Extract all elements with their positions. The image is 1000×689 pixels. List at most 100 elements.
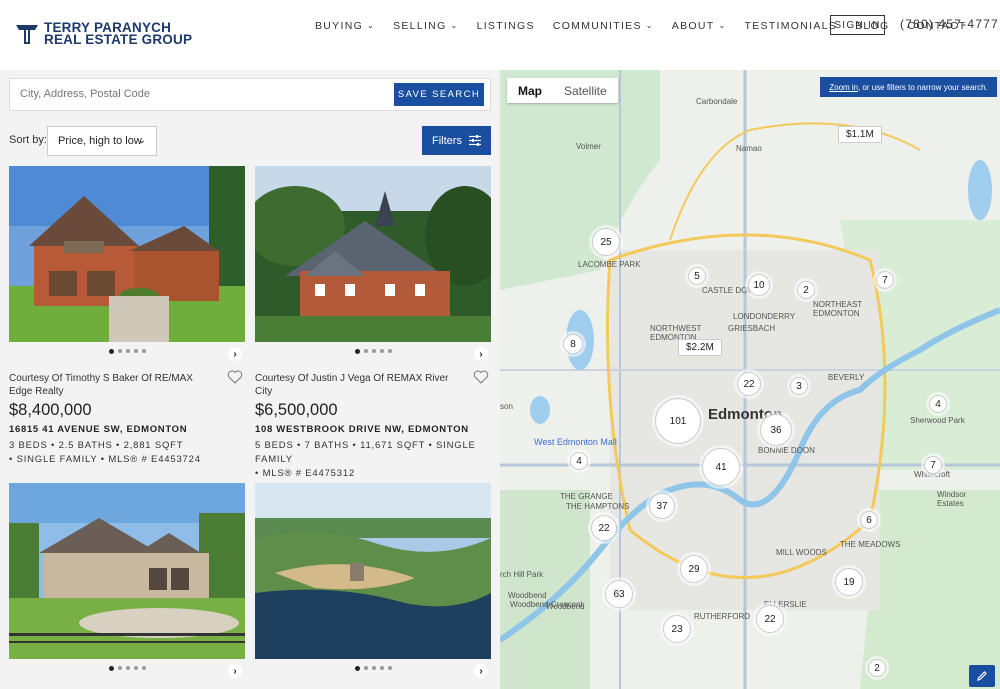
price-pin[interactable]: $1.1M bbox=[838, 126, 882, 143]
chevron-down-icon: ⌄ bbox=[450, 20, 459, 30]
listing-photo[interactable] bbox=[255, 483, 491, 659]
next-photo-button[interactable]: › bbox=[474, 664, 488, 678]
listing-card[interactable]: › bbox=[9, 483, 245, 678]
phone-link[interactable]: (780) 457-4777 bbox=[900, 17, 999, 31]
nav-testimonials[interactable]: TESTIMONIALS bbox=[744, 20, 837, 32]
carousel-dot[interactable] bbox=[363, 666, 368, 670]
nav-about-label: ABOUT bbox=[671, 20, 715, 32]
filters-label: Filters bbox=[432, 134, 462, 147]
nav-buying[interactable]: BUYING ⌄ bbox=[315, 20, 375, 32]
nav-about[interactable]: ABOUT ⌄ bbox=[672, 20, 727, 32]
map-cluster[interactable]: 7 bbox=[924, 456, 942, 474]
sliders-icon bbox=[469, 135, 481, 146]
listing-card[interactable]: › Courtesy Of Justin J Vega Of REMAX Riv… bbox=[255, 166, 491, 481]
zoom-in-link[interactable]: Zoom in, bbox=[829, 83, 860, 92]
carousel-dot[interactable] bbox=[379, 349, 384, 353]
carousel-dot[interactable] bbox=[108, 349, 114, 354]
save-search-button[interactable]: SAVE SEARCH bbox=[394, 83, 484, 106]
carousel-dot[interactable] bbox=[363, 349, 368, 353]
carousel-dot[interactable] bbox=[371, 349, 376, 353]
carousel-dot[interactable] bbox=[387, 349, 392, 353]
map-cluster[interactable]: 29 bbox=[680, 555, 708, 583]
map-cluster[interactable]: 4 bbox=[570, 452, 588, 470]
map-cluster[interactable]: 7 bbox=[876, 271, 894, 289]
map-cluster[interactable]: 25 bbox=[592, 228, 620, 256]
next-photo-button[interactable]: › bbox=[474, 347, 488, 361]
listings-map[interactable]: Carbondale Volmer Namao LACOMBE PARK CAS… bbox=[500, 70, 1000, 689]
map-label: THE HAMPTONS bbox=[566, 502, 630, 511]
carousel-dot[interactable] bbox=[125, 349, 130, 353]
map-label: son bbox=[500, 402, 513, 411]
price-pin[interactable]: $2.2M bbox=[678, 339, 722, 356]
listing-facts: 3 BEDS • 2.5 BATHS • 2,881 SQFT • SINGLE… bbox=[9, 439, 245, 467]
map-cluster[interactable]: 37 bbox=[649, 493, 675, 519]
listing-photo[interactable] bbox=[9, 483, 245, 659]
map-cluster[interactable]: 22 bbox=[591, 515, 617, 541]
next-photo-button[interactable]: › bbox=[228, 664, 242, 678]
map-label: THE MEADOWS bbox=[840, 540, 901, 549]
tab-satellite[interactable]: Satellite bbox=[553, 78, 618, 103]
map-cluster[interactable]: 4 bbox=[929, 395, 947, 413]
map-cluster[interactable]: 22 bbox=[756, 605, 784, 633]
listing-address[interactable]: 16815 41 AVENUE SW, EDMONTON bbox=[9, 424, 245, 435]
map-label: rch Hill Park bbox=[500, 570, 544, 579]
map-cluster[interactable]: 2 bbox=[797, 281, 815, 299]
map-cluster[interactable]: 36 bbox=[760, 414, 792, 446]
carousel-dot[interactable] bbox=[379, 666, 384, 670]
carousel-dot[interactable] bbox=[141, 666, 146, 670]
map-cluster[interactable]: 101 bbox=[655, 398, 701, 444]
listing-facts-line: 3 BEDS • 2.5 BATHS • 2,881 SQFT bbox=[9, 440, 184, 451]
listing-card[interactable]: › Courtesy Of Timothy S Baker Of RE/MAX … bbox=[9, 166, 245, 467]
carousel-dot[interactable] bbox=[141, 349, 146, 353]
map-cluster[interactable]: 41 bbox=[702, 448, 740, 486]
map-cluster[interactable]: 22 bbox=[737, 372, 761, 396]
carousel-dot[interactable] bbox=[133, 666, 138, 670]
carousel-dot[interactable] bbox=[354, 349, 360, 354]
sort-select[interactable]: Price, high to low ⌄ bbox=[47, 126, 157, 156]
carousel-dot[interactable] bbox=[133, 349, 138, 353]
carousel-dot[interactable] bbox=[117, 666, 122, 670]
listing-facts: 5 BEDS • 7 BATHS • 11,671 SQFT • SINGLE … bbox=[255, 439, 491, 481]
listing-price: $8,400,000 bbox=[9, 401, 92, 419]
map-cluster[interactable]: 6 bbox=[860, 511, 878, 529]
filters-button[interactable]: Filters bbox=[422, 126, 491, 155]
map-cluster[interactable]: 2 bbox=[868, 659, 886, 677]
sign-in-button[interactable]: SIGN IN bbox=[830, 15, 885, 35]
map-cluster[interactable]: 19 bbox=[835, 568, 863, 596]
carousel-dot[interactable] bbox=[117, 349, 122, 353]
nav-communities[interactable]: COMMUNITIES ⌄ bbox=[553, 20, 654, 32]
listing-photo[interactable] bbox=[255, 166, 491, 342]
search-input[interactable]: City, Address, Postal Code bbox=[20, 88, 150, 100]
heart-icon[interactable] bbox=[473, 369, 489, 385]
tab-map[interactable]: Map bbox=[507, 78, 553, 103]
carousel-dot[interactable] bbox=[371, 666, 376, 670]
logo-tagline: REAL ESTATE GROUP bbox=[44, 32, 193, 47]
map-cluster[interactable]: 8 bbox=[563, 334, 583, 354]
listings-panel: City, Address, Postal Code SAVE SEARCH S… bbox=[0, 70, 500, 689]
carousel-dot[interactable] bbox=[108, 666, 114, 671]
nav-selling[interactable]: SELLING ⌄ bbox=[393, 20, 458, 32]
carousel-dots bbox=[255, 666, 491, 671]
map-cluster[interactable]: 23 bbox=[663, 615, 691, 643]
map-cluster[interactable]: 10 bbox=[748, 274, 770, 296]
nav-listings[interactable]: LISTINGS bbox=[477, 20, 535, 32]
map-label: Woodbend bbox=[546, 602, 585, 611]
brand-logo[interactable]: TERRY PARANYCH REAL ESTATE GROUP bbox=[15, 21, 193, 47]
carousel-dot[interactable] bbox=[354, 666, 360, 671]
map-cluster[interactable]: 3 bbox=[790, 377, 808, 395]
draw-area-button[interactable] bbox=[969, 665, 995, 687]
carousel-dots bbox=[9, 666, 245, 671]
listing-photo[interactable] bbox=[9, 166, 245, 342]
listing-card[interactable]: › bbox=[255, 483, 491, 678]
map-cluster[interactable]: 5 bbox=[688, 267, 706, 285]
listing-address[interactable]: 108 WESTBROOK DRIVE NW, EDMONTON bbox=[255, 424, 491, 435]
heart-icon[interactable] bbox=[227, 369, 243, 385]
listing-courtesy: Courtesy Of Timothy S Baker Of RE/MAX Ed… bbox=[9, 373, 193, 397]
carousel-dot[interactable] bbox=[125, 666, 130, 670]
next-photo-button[interactable]: › bbox=[228, 347, 242, 361]
map-cluster[interactable]: 63 bbox=[605, 580, 633, 608]
carousel-dot[interactable] bbox=[387, 666, 392, 670]
map-label: BONNIE DOON bbox=[758, 446, 815, 455]
map-label: RUTHERFORD bbox=[694, 612, 750, 621]
nav-listings-label: LISTINGS bbox=[476, 20, 535, 32]
